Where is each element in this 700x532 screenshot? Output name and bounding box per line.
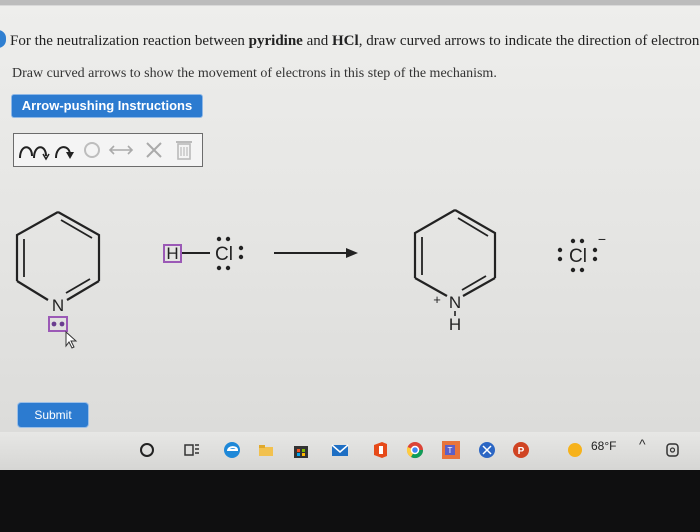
- xbox-icon[interactable]: [478, 441, 496, 459]
- top-divider-shadow: [0, 5, 700, 6]
- svg-text:P: P: [518, 446, 525, 457]
- svg-text:T: T: [448, 446, 453, 455]
- question-pyridine: pyridine: [248, 33, 303, 49]
- product-chloride: Cl −: [557, 231, 606, 273]
- chloride-minus-charge: −: [598, 231, 606, 247]
- teams-icon[interactable]: T: [442, 441, 460, 459]
- weather-sun-icon[interactable]: [566, 441, 584, 459]
- powerpoint-icon[interactable]: P: [512, 441, 530, 459]
- reactant-hcl[interactable]: H Cl: [163, 236, 244, 271]
- curved-arrow-pair-icon[interactable]: [17, 138, 51, 162]
- question-part-1: For the neutralization reaction between: [10, 33, 249, 49]
- ring-icon[interactable]: [80, 138, 104, 162]
- hcl-chlorine-label: Cl: [215, 244, 233, 265]
- start-circle-icon[interactable]: [138, 441, 156, 459]
- instruction-text: Draw curved arrows to show the movement …: [12, 66, 497, 81]
- lone-pair-electron[interactable]: [51, 321, 57, 327]
- double-headed-arrow-icon[interactable]: [106, 138, 136, 162]
- chrome-icon[interactable]: [406, 441, 424, 459]
- file-explorer-icon[interactable]: [257, 441, 275, 459]
- product-pyridinium: + N H: [413, 209, 497, 334]
- product-nitrogen-label: N: [449, 293, 461, 312]
- reactant-pyridine[interactable]: N: [15, 211, 101, 349]
- edge-icon[interactable]: [223, 441, 241, 459]
- question-text: For the neutralization reaction between …: [10, 33, 700, 50]
- product-hydrogen-label: H: [449, 315, 461, 334]
- onedrive-icon[interactable]: [664, 441, 682, 459]
- office-icon[interactable]: [371, 441, 389, 459]
- chloride-label: Cl: [569, 246, 587, 267]
- mail-icon[interactable]: [331, 441, 349, 459]
- question-marker: [0, 30, 6, 48]
- question-part-2: and: [302, 33, 333, 49]
- mechanism-canvas[interactable]: N H Cl + N H Cl −: [0, 180, 700, 400]
- lone-pair-electron[interactable]: [59, 321, 65, 327]
- tray-chevron-icon[interactable]: ^: [639, 436, 646, 452]
- arrow-pushing-instructions-button[interactable]: Arrow-pushing Instructions: [12, 95, 202, 117]
- monitor-bezel: [0, 470, 700, 532]
- hcl-hydrogen-label: H: [166, 244, 178, 263]
- task-view-icon[interactable]: [183, 441, 201, 459]
- question-hcl: HCl: [332, 33, 359, 49]
- question-part-3: , draw curved arrows to indicate the dir…: [358, 33, 700, 49]
- mouse-cursor-icon: [65, 330, 78, 349]
- trash-icon[interactable]: [172, 138, 196, 162]
- product-plus-charge: +: [433, 292, 441, 307]
- drawing-toolbar: [13, 133, 203, 167]
- assignment-page: For the neutralization reaction between …: [0, 0, 700, 432]
- submit-button[interactable]: Submit: [18, 403, 88, 427]
- weather-temperature[interactable]: 68°F: [591, 438, 616, 454]
- curved-arrow-single-icon[interactable]: [52, 138, 78, 162]
- reaction-arrow: [274, 248, 358, 258]
- store-icon[interactable]: [292, 441, 310, 459]
- reactant-nitrogen-label: N: [52, 296, 64, 315]
- delete-x-icon[interactable]: [142, 138, 166, 162]
